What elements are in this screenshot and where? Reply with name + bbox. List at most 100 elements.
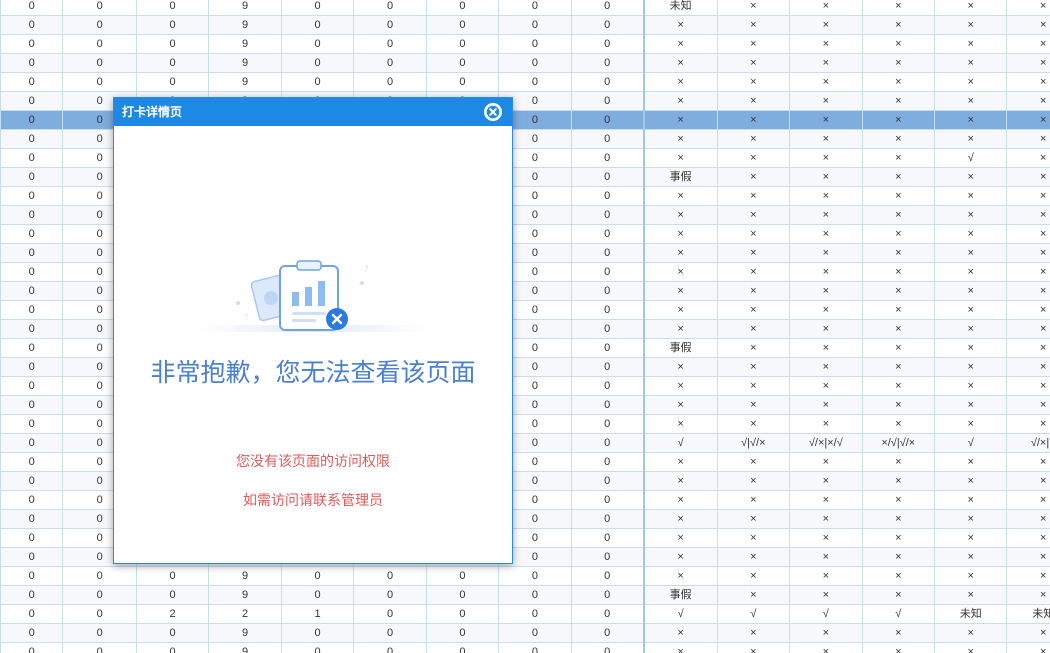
table-cell: 0 <box>280 15 355 35</box>
table-cell: × <box>643 528 718 548</box>
table-cell: 0 <box>353 566 427 586</box>
table-cell: × <box>1006 642 1050 653</box>
table-cell: × <box>643 224 718 244</box>
table-cell: 0 <box>62 72 137 92</box>
table-cell: 0 <box>570 281 645 301</box>
table-cell: × <box>934 243 1008 263</box>
table-cell: 0 <box>0 186 64 206</box>
table-cell: × <box>716 490 791 510</box>
table-cell: 9 <box>208 15 282 35</box>
table-cell: 1 <box>280 604 355 624</box>
close-icon[interactable] <box>484 103 502 121</box>
table-cell: × <box>643 471 718 491</box>
table-cell: × <box>789 528 863 548</box>
table-row[interactable]: 000900000×××××× <box>0 566 1050 586</box>
table-cell: 0 <box>570 243 645 263</box>
table-cell: × <box>716 471 791 491</box>
table-cell: × <box>861 0 936 16</box>
table-cell: 0 <box>135 15 210 35</box>
table-cell: 0 <box>280 566 355 586</box>
table-cell: × <box>934 53 1008 73</box>
table-cell: 0 <box>570 623 645 643</box>
table-row[interactable]: 000900000×××××× <box>0 623 1050 643</box>
table-cell: 0 <box>570 262 645 282</box>
table-cell: 0 <box>0 471 64 491</box>
table-cell: 0 <box>62 53 137 73</box>
table-cell: × <box>934 262 1008 282</box>
table-cell: √ <box>643 604 718 624</box>
table-cell: 未知 <box>1006 604 1050 624</box>
table-row[interactable]: 000900000×××××× <box>0 15 1050 35</box>
table-cell: × <box>789 338 863 358</box>
table-cell: × <box>643 357 718 377</box>
table-row[interactable]: 0 0 0 9 0 0 0 0 0 未知 × × × × × <box>0 0 1050 16</box>
table-cell: × <box>861 129 936 149</box>
table-row[interactable]: 000900000×××××× <box>0 642 1050 653</box>
table-cell: 0 <box>135 0 210 16</box>
table-cell: × <box>789 319 863 339</box>
table-row[interactable]: 000900000×××××× <box>0 72 1050 92</box>
table-cell: 0 <box>498 566 572 586</box>
table-cell: × <box>789 357 863 377</box>
table-cell: √/×|× <box>1006 433 1050 453</box>
table-cell: 0 <box>498 0 572 16</box>
table-cell: 0 <box>353 623 427 643</box>
table-cell: × <box>934 509 1008 529</box>
table-cell: 0 <box>0 566 64 586</box>
table-cell: 0 <box>353 0 427 16</box>
table-row[interactable]: 000900000事假××××× <box>0 585 1050 605</box>
table-cell: × <box>1006 566 1050 586</box>
punch-detail-dialog: 打卡详情页 ? ? 非常抱歉，您无法查看该页面 您没有该页面的访问权限 如需访问… <box>113 97 513 564</box>
table-row[interactable]: 002210000√√√√未知未知 <box>0 604 1050 624</box>
table-cell: × <box>934 395 1008 415</box>
table-cell: × <box>643 91 718 111</box>
table-row[interactable]: 000900000×××××× <box>0 34 1050 54</box>
table-cell: 0 <box>570 186 645 206</box>
table-cell: 0 <box>498 642 572 653</box>
table-cell: × <box>789 148 863 168</box>
table-cell: × <box>1006 623 1050 643</box>
table-cell: √ <box>934 433 1008 453</box>
table-cell: × <box>861 72 936 92</box>
table-cell: 0 <box>0 547 64 567</box>
table-cell: × <box>934 91 1008 111</box>
table-cell: × <box>643 243 718 263</box>
table-cell: 0 <box>570 585 645 605</box>
table-cell: × <box>789 72 863 92</box>
table-cell: 0 <box>353 642 427 653</box>
table-cell: × <box>861 186 936 206</box>
table-cell: × <box>1006 452 1050 472</box>
table-row[interactable]: 000900000×××××× <box>0 53 1050 73</box>
table-cell: 0 <box>498 34 572 54</box>
table-cell: × <box>934 547 1008 567</box>
table-cell: × <box>716 15 791 35</box>
table-cell: 0 <box>135 585 210 605</box>
table-cell: 0 <box>570 414 645 434</box>
table-cell: × <box>861 338 936 358</box>
table-cell: × <box>716 395 791 415</box>
table-cell: × <box>716 300 791 320</box>
table-cell: × <box>716 642 791 653</box>
table-cell: 0 <box>280 0 355 16</box>
table-cell: × <box>643 490 718 510</box>
table-cell: × <box>861 490 936 510</box>
table-cell: × <box>716 129 791 149</box>
table-cell: 9 <box>208 0 282 16</box>
table-cell: 0 <box>0 243 64 263</box>
table-cell: 9 <box>208 72 282 92</box>
table-cell: × <box>934 72 1008 92</box>
table-cell: √ <box>934 148 1008 168</box>
table-cell: 0 <box>570 91 645 111</box>
table-cell: × <box>861 547 936 567</box>
table-cell: × <box>1006 110 1050 130</box>
table-cell: 0 <box>0 623 64 643</box>
table-cell: 0 <box>62 34 137 54</box>
table-cell: × <box>716 148 791 168</box>
table-cell: 0 <box>570 0 645 16</box>
table-cell: 0 <box>62 642 137 653</box>
table-cell: 0 <box>0 452 64 472</box>
table-cell: 0 <box>353 604 427 624</box>
table-cell: × <box>1006 414 1050 434</box>
table-cell: × <box>789 129 863 149</box>
table-cell: × <box>934 490 1008 510</box>
